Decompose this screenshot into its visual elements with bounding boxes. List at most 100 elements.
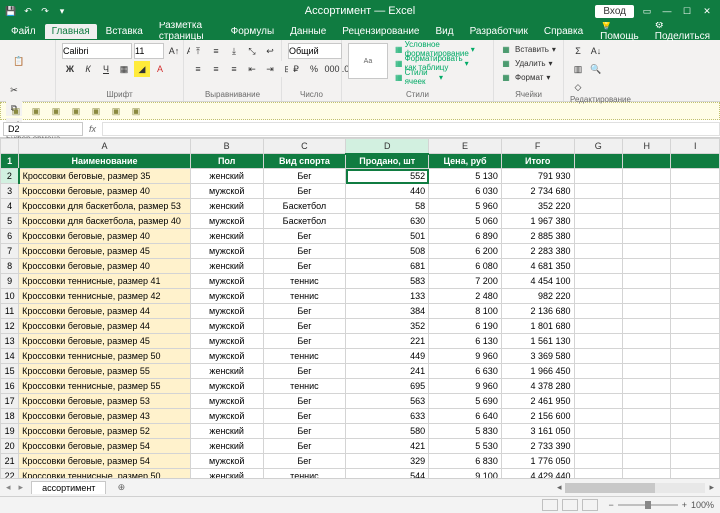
cell[interactable]: 5 530 bbox=[429, 439, 502, 454]
cell[interactable]: 2 461 950 bbox=[501, 394, 574, 409]
cell[interactable]: Баскетбол bbox=[263, 214, 346, 229]
cell[interactable]: Кроссовки беговые, размер 40 bbox=[19, 229, 191, 244]
cell[interactable]: 552 bbox=[346, 169, 429, 184]
cell[interactable]: 2 885 380 bbox=[501, 229, 574, 244]
header-cell[interactable]: Вид спорта bbox=[263, 154, 346, 169]
align-right-icon[interactable]: ≡ bbox=[226, 61, 242, 77]
row-header[interactable]: 10 bbox=[1, 289, 19, 304]
cell[interactable] bbox=[671, 394, 720, 409]
cell[interactable]: Кроссовки беговые, размер 40 bbox=[19, 259, 191, 274]
align-center-icon[interactable]: ≡ bbox=[208, 61, 224, 77]
cell[interactable]: мужской bbox=[190, 304, 263, 319]
cell[interactable]: Кроссовки беговые, размер 52 bbox=[19, 424, 191, 439]
header-cell[interactable] bbox=[671, 154, 720, 169]
header-cell[interactable] bbox=[574, 154, 622, 169]
sheet-tab[interactable]: ассортимент bbox=[31, 481, 106, 494]
cell[interactable] bbox=[671, 349, 720, 364]
fx-icon[interactable]: fx bbox=[89, 124, 96, 134]
cell[interactable] bbox=[671, 424, 720, 439]
border-icon[interactable]: ▦ bbox=[116, 61, 132, 77]
cell[interactable] bbox=[574, 169, 622, 184]
cell[interactable] bbox=[623, 169, 671, 184]
cell[interactable]: теннис bbox=[263, 274, 346, 289]
cell[interactable]: 3 161 050 bbox=[501, 424, 574, 439]
row-header[interactable]: 16 bbox=[1, 379, 19, 394]
insert-cells-button[interactable]: ▦Вставить ▾ bbox=[500, 43, 557, 55]
cell[interactable] bbox=[574, 304, 622, 319]
addin-icon[interactable]: ▣ bbox=[89, 104, 103, 118]
paste-button[interactable]: 📋 bbox=[6, 43, 32, 79]
cell[interactable]: Кроссовки беговые, размер 53 bbox=[19, 394, 191, 409]
cell[interactable]: мужской bbox=[190, 394, 263, 409]
cell[interactable]: 633 bbox=[346, 409, 429, 424]
addin-icon[interactable]: ▣ bbox=[109, 104, 123, 118]
increase-indent-icon[interactable]: ⇥ bbox=[262, 61, 278, 77]
cell[interactable]: Бег bbox=[263, 229, 346, 244]
cell[interactable]: Кроссовки беговые, размер 55 bbox=[19, 364, 191, 379]
cell[interactable]: 4 429 440 bbox=[501, 469, 574, 479]
cell[interactable] bbox=[671, 274, 720, 289]
hscroll-left-icon[interactable]: ◂ bbox=[557, 482, 562, 493]
cell[interactable]: женский bbox=[190, 199, 263, 214]
font-size-combo[interactable] bbox=[134, 43, 164, 59]
cell[interactable]: 2 733 390 bbox=[501, 439, 574, 454]
row-header[interactable]: 21 bbox=[1, 454, 19, 469]
sort-filter-icon[interactable]: A↓ bbox=[588, 43, 604, 59]
cell[interactable]: женский bbox=[190, 424, 263, 439]
align-top-icon[interactable]: ⤒ bbox=[190, 43, 206, 59]
decrease-indent-icon[interactable]: ⇤ bbox=[244, 61, 260, 77]
orientation-icon[interactable]: ⤡ bbox=[244, 43, 260, 59]
col-header-H[interactable]: H bbox=[623, 139, 671, 154]
cell[interactable]: Бег bbox=[263, 319, 346, 334]
cell[interactable] bbox=[623, 424, 671, 439]
col-header-C[interactable]: C bbox=[263, 139, 346, 154]
cell[interactable]: 9 960 bbox=[429, 349, 502, 364]
cell[interactable]: Кроссовки для баскетбола, размер 40 bbox=[19, 214, 191, 229]
cell[interactable]: 4 378 280 bbox=[501, 379, 574, 394]
cell[interactable]: мужской bbox=[190, 214, 263, 229]
cell[interactable]: теннис bbox=[263, 289, 346, 304]
col-header-I[interactable]: I bbox=[671, 139, 720, 154]
header-cell[interactable]: Продано, шт bbox=[346, 154, 429, 169]
tab-nav-next-icon[interactable]: ▸ bbox=[19, 482, 24, 493]
cell[interactable]: Бег bbox=[263, 244, 346, 259]
cell[interactable]: 563 bbox=[346, 394, 429, 409]
cell[interactable]: мужской bbox=[190, 454, 263, 469]
cell[interactable]: 58 bbox=[346, 199, 429, 214]
row-header[interactable]: 14 bbox=[1, 349, 19, 364]
cell[interactable] bbox=[623, 409, 671, 424]
autosum-icon[interactable]: Σ bbox=[570, 43, 586, 59]
cell[interactable] bbox=[623, 274, 671, 289]
cell[interactable]: мужской bbox=[190, 289, 263, 304]
cell[interactable]: 221 bbox=[346, 334, 429, 349]
cell[interactable] bbox=[671, 379, 720, 394]
cell[interactable]: женский bbox=[190, 364, 263, 379]
cell[interactable] bbox=[574, 184, 622, 199]
cell[interactable]: 241 bbox=[346, 364, 429, 379]
cell[interactable]: 6 030 bbox=[429, 184, 502, 199]
tab-view[interactable]: Вид bbox=[428, 24, 460, 39]
addin-icon[interactable]: ▣ bbox=[29, 104, 43, 118]
cell[interactable]: 9 960 bbox=[429, 379, 502, 394]
tab-file[interactable]: Файл bbox=[4, 24, 43, 39]
cell[interactable] bbox=[671, 244, 720, 259]
increase-font-icon[interactable]: A↑ bbox=[166, 43, 182, 59]
cell[interactable]: Бег bbox=[263, 394, 346, 409]
cell[interactable] bbox=[671, 304, 720, 319]
cell[interactable]: Бег bbox=[263, 184, 346, 199]
cell[interactable] bbox=[623, 304, 671, 319]
formula-input[interactable] bbox=[102, 122, 720, 136]
tab-formulas[interactable]: Формулы bbox=[224, 24, 282, 39]
zoom-slider[interactable] bbox=[618, 504, 678, 506]
header-cell[interactable] bbox=[623, 154, 671, 169]
hscroll-thumb[interactable] bbox=[565, 483, 655, 493]
cell[interactable] bbox=[671, 454, 720, 469]
cell[interactable] bbox=[671, 229, 720, 244]
row-header[interactable]: 19 bbox=[1, 424, 19, 439]
cell[interactable] bbox=[574, 364, 622, 379]
header-cell[interactable]: Цена, руб bbox=[429, 154, 502, 169]
cell[interactable]: 6 890 bbox=[429, 229, 502, 244]
tab-insert[interactable]: Вставка bbox=[99, 24, 150, 39]
cell[interactable] bbox=[623, 229, 671, 244]
currency-icon[interactable]: ₽ bbox=[288, 61, 304, 77]
